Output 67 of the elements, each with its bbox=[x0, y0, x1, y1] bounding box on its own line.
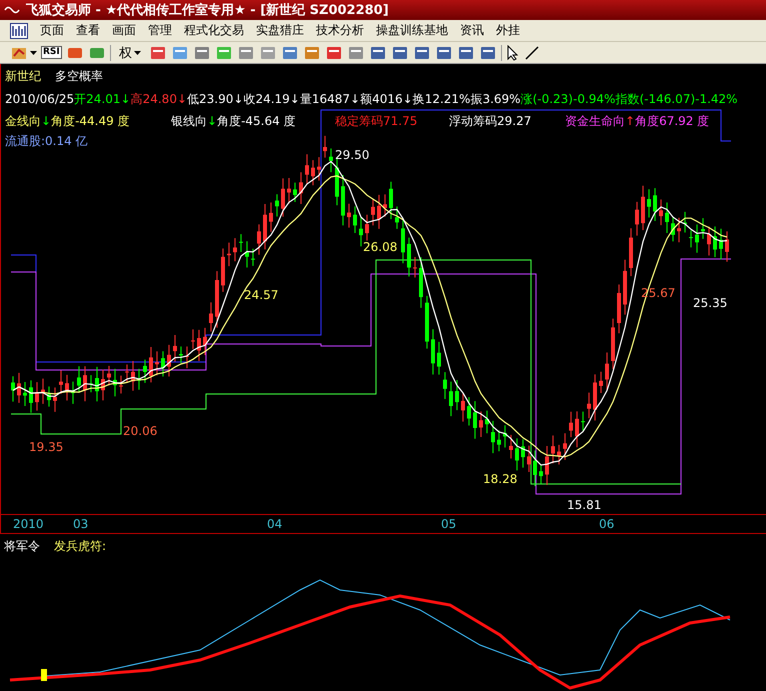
axis-label: 03 bbox=[73, 517, 88, 531]
float-shares: 流通股:0.14 亿 bbox=[5, 132, 88, 150]
toolbar-icon[interactable] bbox=[324, 44, 343, 60]
line-tool-icon[interactable] bbox=[524, 44, 540, 60]
indicator-value: 金线向↓角度-44.49 度 bbox=[5, 112, 131, 130]
axis-label: 2010 bbox=[13, 517, 44, 531]
stock-name: 新世纪 bbox=[5, 68, 41, 84]
toolbar-icon[interactable] bbox=[258, 44, 277, 60]
quote-value: 换12.21% bbox=[412, 90, 470, 108]
toolbar-icon[interactable] bbox=[478, 44, 497, 60]
rights-dropdown[interactable]: 权 bbox=[114, 44, 145, 62]
toolbar-icon[interactable] bbox=[368, 44, 387, 60]
quote-value: 振3.69% bbox=[470, 90, 521, 108]
quote-value: 低23.90↓ bbox=[187, 90, 244, 108]
menu-item[interactable]: 查看 bbox=[76, 22, 100, 39]
rsi-button[interactable]: RSI bbox=[41, 46, 62, 59]
price-label: 24.57 bbox=[244, 288, 278, 302]
toolbar-icon[interactable] bbox=[390, 44, 409, 60]
toolbar-icon[interactable] bbox=[346, 44, 365, 60]
menu-item[interactable]: 页面 bbox=[40, 22, 64, 39]
toolbar-icon[interactable] bbox=[148, 44, 167, 60]
price-label: 26.08 bbox=[363, 240, 398, 254]
menu-item[interactable]: 实盘猎庄 bbox=[256, 22, 304, 39]
price-label: 19.35 bbox=[29, 440, 64, 454]
quote-value: 量16487↓ bbox=[300, 90, 360, 108]
menu-item[interactable]: 资讯 bbox=[460, 22, 484, 39]
quote-value: 指数(-146.07)-1.42% bbox=[615, 90, 738, 108]
quote-value: 额4016↓ bbox=[360, 90, 413, 108]
price-label: 20.06 bbox=[123, 424, 158, 438]
toolbar-icon[interactable] bbox=[236, 44, 255, 60]
axis-label: 06 bbox=[599, 517, 614, 531]
indicator-value: 银线向↓角度-45.64 度 bbox=[171, 112, 297, 130]
panel-title: 将军令 bbox=[4, 538, 40, 554]
price-label: 18.28 bbox=[483, 472, 518, 486]
toolbar-icon[interactable] bbox=[412, 44, 431, 60]
price-label: 25.35 bbox=[693, 296, 728, 310]
menu-item[interactable]: 技术分析 bbox=[316, 22, 364, 39]
menu-item[interactable]: 操盘训练基地 bbox=[376, 22, 448, 39]
menu-item[interactable]: 程式化交易 bbox=[184, 22, 244, 39]
quote-value: 2010/06/25 bbox=[5, 92, 74, 106]
menu-item[interactable]: 管理 bbox=[148, 22, 172, 39]
axis-label: 05 bbox=[441, 517, 456, 531]
indicator-name: 多空概率 bbox=[55, 68, 103, 84]
quote-value: 高24.80↓ bbox=[130, 90, 188, 108]
indicator-value: 浮动筹码29.27 bbox=[449, 112, 532, 130]
quote-value: 收24.19↓ bbox=[243, 90, 300, 108]
menu-item[interactable]: 外挂 bbox=[496, 22, 520, 39]
indicator-name: 发兵虎符: bbox=[54, 538, 106, 554]
quote-value: 涨(-0.23)-0.94% bbox=[520, 90, 616, 108]
axis-label: 04 bbox=[267, 517, 282, 531]
toolbar-icon[interactable] bbox=[302, 44, 321, 60]
toolbar-icon[interactable] bbox=[170, 44, 189, 60]
toolbar-icon[interactable] bbox=[456, 44, 475, 60]
cursor-arrow-icon[interactable] bbox=[506, 44, 520, 60]
indicator-value: 资金生命向↑角度67.92 度 bbox=[565, 112, 710, 130]
caret-icon[interactable] bbox=[30, 50, 37, 54]
caret-icon bbox=[134, 50, 141, 54]
toolbar-icon[interactable] bbox=[434, 44, 453, 60]
price-label: 29.50 bbox=[335, 148, 370, 162]
menu-item[interactable]: 画面 bbox=[112, 22, 136, 39]
quote-value: 开24.01↓ bbox=[74, 90, 131, 108]
toolbar-icon[interactable] bbox=[280, 44, 299, 60]
app-logo-icon bbox=[10, 22, 28, 38]
price-label: 15.81 bbox=[567, 498, 602, 512]
indicator-value: 稳定筹码71.75 bbox=[335, 112, 418, 130]
window-title: 飞狐交易师 - ★代代相传工作室专用★ - [新世纪 SZ002280] bbox=[26, 2, 389, 19]
toolbar-icon[interactable] bbox=[192, 44, 211, 60]
